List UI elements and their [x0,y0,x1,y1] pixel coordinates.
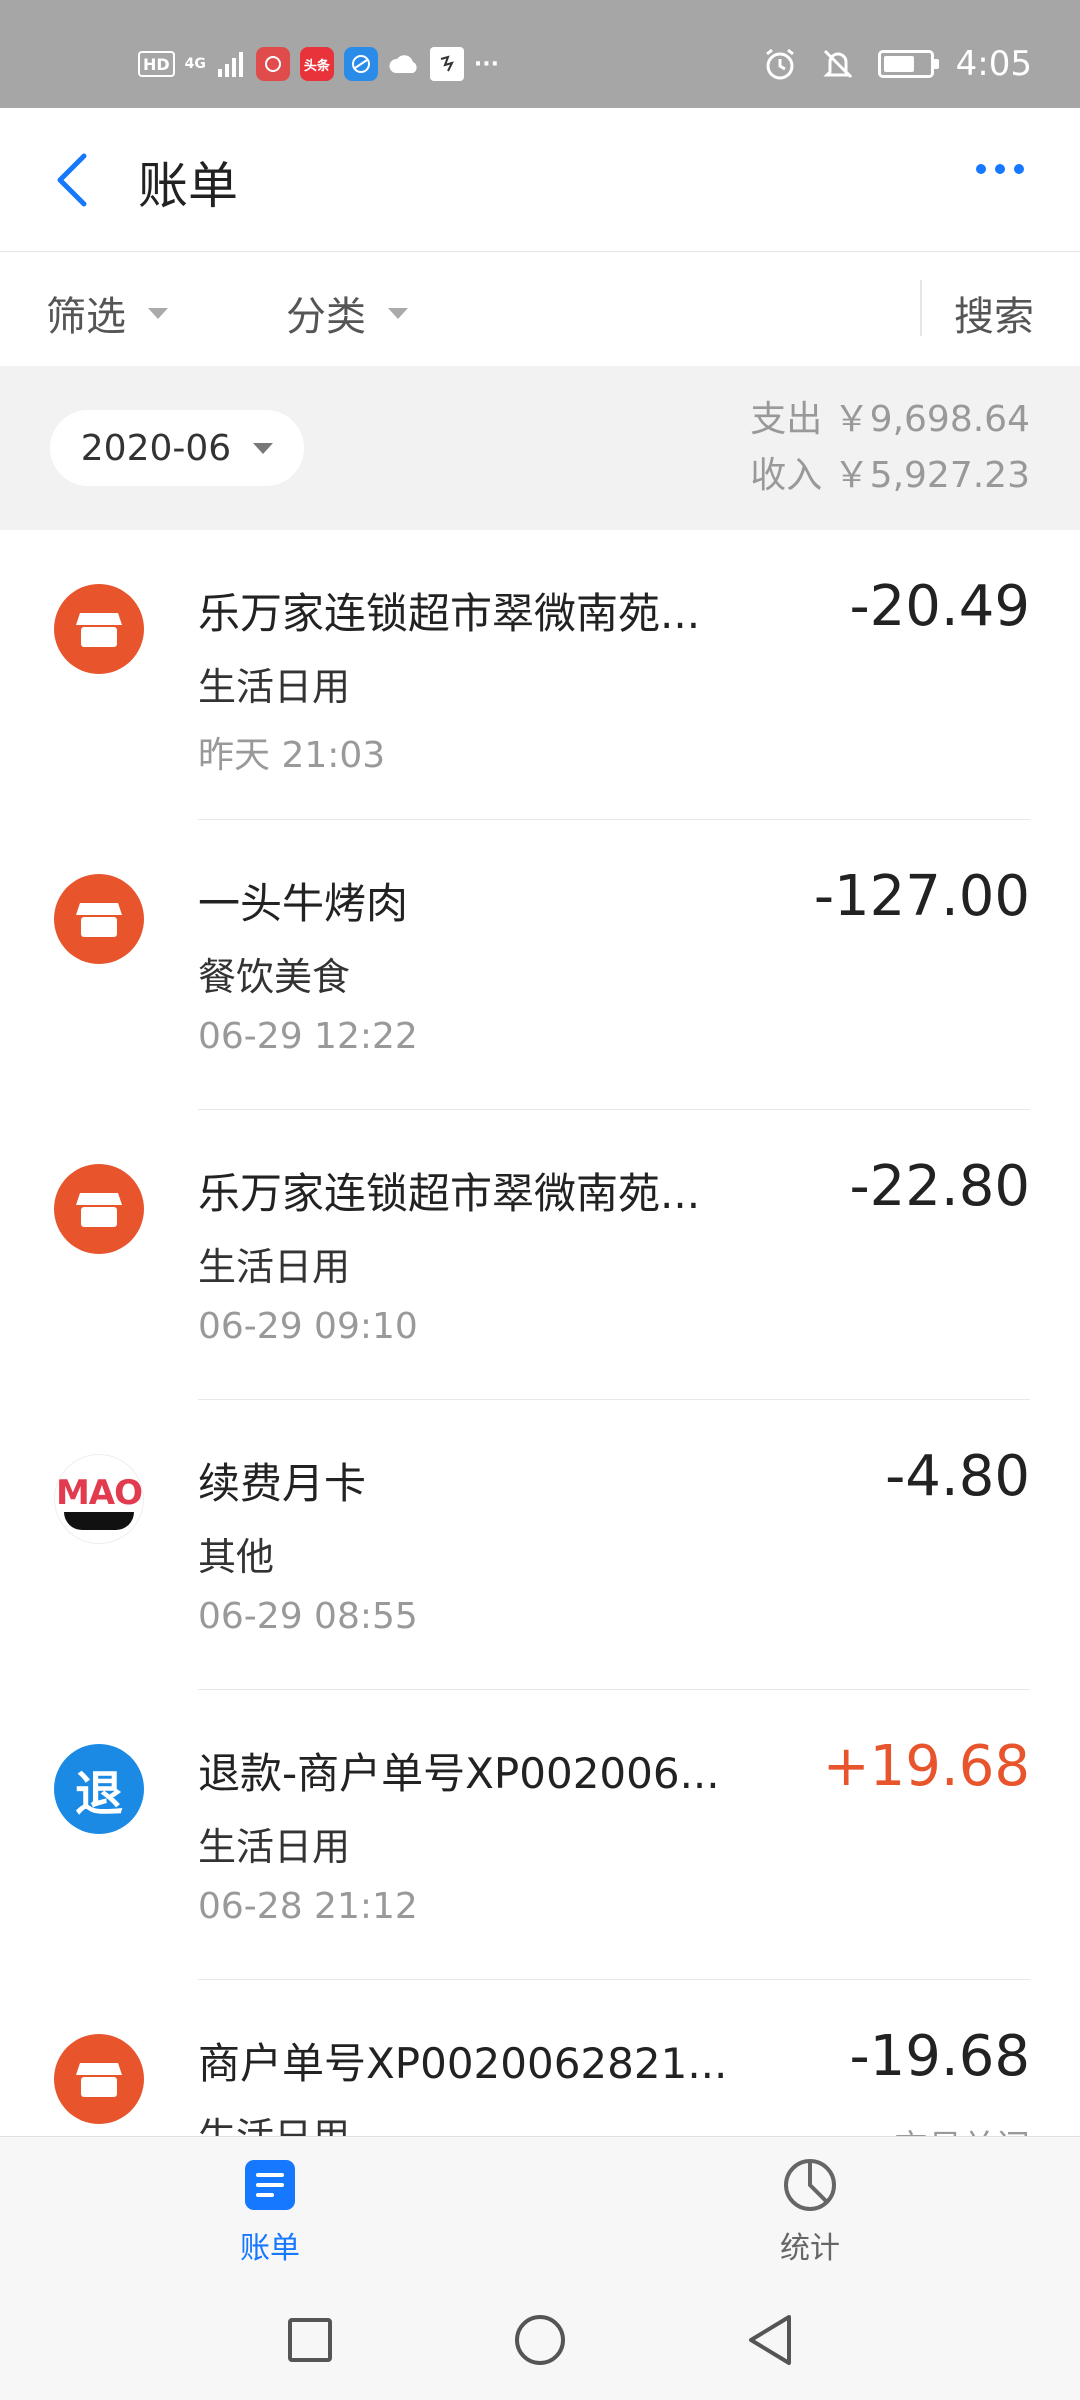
store-icon [54,1164,144,1254]
battery-icon [877,50,939,78]
month-summary: 2020-06 支出 ￥9,698.64 收入 ￥5,927.23 [0,366,1080,530]
pie-chart-icon [782,2157,838,2213]
cloud-icon [388,47,420,81]
transaction-time: 06-28 21:12 [198,1886,418,1927]
alarm-icon [762,46,798,82]
transaction-time: 06-29 12:22 [198,1016,418,1057]
caret-down-icon [148,307,168,319]
store-icon [54,2034,144,2124]
transaction-amount: -127.00 [813,864,1030,929]
bill-icon [242,2157,298,2213]
caret-down-icon [388,307,408,319]
transaction-category: 其他 [198,1535,275,1579]
app-header: 账单 [0,108,1080,252]
transaction-category: 生活日用 [198,1825,351,1869]
hd-badge: HD [138,51,175,77]
browser-icon [343,47,378,81]
clock: 4:05 [955,44,1032,84]
mute-icon [820,46,856,82]
transaction-time: 06-29 09:10 [198,1306,418,1347]
divider [920,280,922,336]
app-icon [429,47,464,81]
logo-shape [64,1512,134,1530]
transaction-item[interactable]: 乐万家连锁超市翠微南苑... 生活日用 昨天 21:03 -20.49 [0,530,1080,820]
huawei-icon [255,47,290,81]
more-notifications: ··· [473,51,499,77]
refund-icon: 退 [54,1744,144,1834]
transaction-item[interactable]: 退 退款-商户单号XP002006... 生活日用 06-28 21:12 +1… [0,1690,1080,1980]
tab-stats-label: 统计 [780,2231,840,2266]
transaction-name: 商户单号XP0020062821... [198,2039,728,2088]
store-icon [54,874,144,964]
transaction-status: 交易关闭 [894,2120,1030,2136]
transaction-amount: +19.68 [822,1734,1030,1799]
maoyan-logo: MAO [54,1454,144,1544]
transaction-category: 餐饮美食 [198,955,351,999]
tab-stats[interactable]: 统计 [730,2157,890,2267]
system-nav-bar [0,2278,1080,2400]
transaction-category: 生活日用 [198,665,351,709]
battery-level [883,56,915,72]
expense-total: 支出 ￥9,698.64 [750,399,1030,440]
transaction-item[interactable]: 一头牛烤肉 餐饮美食 06-29 12:22 -127.00 [0,820,1080,1110]
transaction-category: 生活日用 [198,1245,351,1289]
tab-bill-label: 账单 [240,2231,300,2266]
tab-bill[interactable]: 账单 [190,2157,350,2267]
network-type: 4G [184,56,206,72]
transaction-item[interactable]: 乐万家连锁超市翠微南苑... 生活日用 06-29 09:10 -22.80 [0,1110,1080,1400]
status-bar-notifications: HD 4G 头条 ··· [138,44,499,84]
home-icon[interactable] [508,2308,572,2372]
page-title: 账单 [138,157,238,215]
bottom-tab-bar: 账单 统计 [0,2136,1080,2278]
search-button[interactable]: 搜索 [954,284,1034,342]
transaction-amount: -20.49 [849,574,1030,639]
transaction-item[interactable]: MAO 续费月卡 其他 06-29 08:55 -4.80 [0,1400,1080,1690]
transaction-amount: -22.80 [849,1154,1030,1219]
filter-label: 筛选 [46,294,126,340]
signal-icon [216,47,246,81]
logo-text: MAO [55,1473,143,1513]
transaction-name: 续费月卡 [198,1459,367,1508]
recents-icon[interactable] [278,2308,342,2372]
transaction-name: 退款-商户单号XP002006... [198,1749,720,1798]
back-icon[interactable] [738,2308,802,2372]
transaction-time: 06-29 08:55 [198,1596,418,1637]
transaction-name: 乐万家连锁超市翠微南苑... [198,589,701,638]
transaction-category: 生活日用 [198,2106,350,2136]
month-label: 2020-06 [80,427,232,469]
chevron-left-icon[interactable] [50,148,94,212]
transaction-time: 昨天 21:03 [198,735,386,776]
filter-bar: 筛选 分类 搜索 [0,252,1080,366]
transaction-name: 乐万家连锁超市翠微南苑... [198,1169,701,1218]
toutiao-icon: 头条 [299,47,334,81]
status-bar-system: 4:05 [762,38,1032,90]
category-label: 分类 [286,294,366,340]
more-dots-icon[interactable] [976,164,1024,174]
store-icon [54,584,144,674]
transaction-name: 一头牛烤肉 [198,879,409,928]
transaction-item[interactable]: 商户单号XP0020062821... 生活日用 -19.68 交易关闭 [0,1980,1080,2136]
transaction-amount: -19.68 [849,2024,1030,2089]
month-selector[interactable]: 2020-06 [50,410,304,486]
caret-down-icon [253,442,274,454]
summary-totals: 支出 ￥9,698.64 收入 ￥5,927.23 [750,392,1030,504]
status-bar: HD 4G 头条 ··· 4:05 [0,0,1080,108]
category-dropdown[interactable]: 分类 [286,284,408,342]
filter-dropdown[interactable]: 筛选 [46,284,168,342]
income-total: 收入 ￥5,927.23 [750,455,1030,496]
transaction-list: 乐万家连锁超市翠微南苑... 生活日用 昨天 21:03 -20.49 一头牛烤… [0,530,1080,2136]
transaction-amount: -4.80 [885,1444,1030,1509]
